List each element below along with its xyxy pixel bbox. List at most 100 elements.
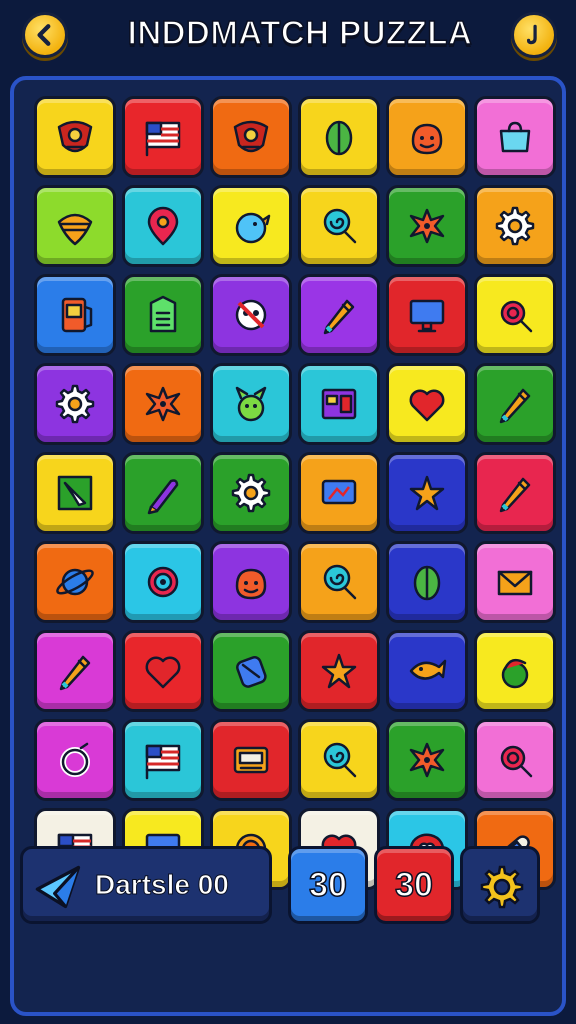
puzzle-tile[interactable]	[386, 96, 468, 178]
gear-icon	[231, 473, 271, 513]
puzzle-tile[interactable]	[386, 363, 468, 445]
magnifier-icon	[500, 300, 533, 333]
settings-button[interactable]	[460, 846, 540, 924]
puzzle-tile[interactable]	[34, 363, 116, 445]
puzzle-tile[interactable]	[34, 274, 116, 356]
splat-icon	[409, 208, 445, 244]
puzzle-tile[interactable]	[210, 274, 292, 356]
puzzle-tile[interactable]	[34, 452, 116, 534]
document-icon	[149, 295, 177, 333]
time-counter: 30	[374, 846, 454, 924]
gear-icon	[55, 384, 95, 424]
puzzle-tile[interactable]	[122, 185, 204, 267]
lollipop-icon	[323, 742, 357, 778]
puzzle-tile[interactable]	[210, 541, 292, 623]
puzzle-tile[interactable]	[474, 96, 556, 178]
puzzle-tile[interactable]	[122, 630, 204, 712]
heart-icon	[145, 656, 181, 689]
paper-plane-icon	[35, 865, 81, 909]
crest-icon	[233, 120, 269, 153]
pencil-icon	[499, 477, 531, 513]
splat-icon	[145, 386, 181, 422]
map-pin-icon	[147, 206, 179, 246]
chevron-left-icon	[37, 24, 51, 46]
tile-grid	[34, 96, 556, 890]
puzzle-tile[interactable]	[122, 96, 204, 178]
top-bar: INDDMATCH PUZZLA	[0, 0, 576, 74]
puzzle-tile[interactable]	[298, 96, 380, 178]
puzzle-tile[interactable]	[386, 541, 468, 623]
puzzle-tile[interactable]	[474, 185, 556, 267]
crayon-icon	[147, 479, 179, 515]
puzzle-tile[interactable]	[474, 719, 556, 801]
monitor-icon	[409, 299, 445, 333]
spinning-top-icon	[57, 213, 93, 246]
cursor-icon	[57, 475, 93, 511]
puzzle-tile[interactable]	[474, 452, 556, 534]
hint-button[interactable]	[511, 12, 557, 58]
puzzle-tile[interactable]	[122, 274, 204, 356]
puzzle-tile[interactable]	[34, 96, 116, 178]
puzzle-tile[interactable]	[474, 630, 556, 712]
puzzle-tile[interactable]	[298, 363, 380, 445]
puzzle-tile[interactable]	[386, 719, 468, 801]
star-icon	[321, 653, 357, 689]
gear-icon	[495, 206, 535, 246]
puzzle-tile[interactable]	[386, 452, 468, 534]
puzzle-tile[interactable]	[210, 363, 292, 445]
puzzle-tile[interactable]	[210, 452, 292, 534]
puzzle-tile[interactable]	[298, 452, 380, 534]
puzzle-tile[interactable]	[386, 630, 468, 712]
pencil-icon	[323, 299, 355, 335]
puzzle-tile[interactable]	[298, 185, 380, 267]
phone-icon	[61, 297, 93, 333]
puzzle-tile[interactable]	[122, 363, 204, 445]
window-icon	[321, 388, 357, 420]
fish-icon	[409, 659, 447, 680]
puzzle-tile[interactable]	[34, 719, 116, 801]
puzzle-tile[interactable]	[386, 274, 468, 356]
crest-icon	[57, 120, 93, 153]
puzzle-tile[interactable]	[34, 630, 116, 712]
face-icon	[235, 568, 267, 600]
puzzle-tile[interactable]	[298, 719, 380, 801]
puzzle-tile[interactable]	[298, 630, 380, 712]
face-icon	[411, 123, 443, 155]
score-panel: Dartsle 00	[20, 846, 272, 924]
flag-icon	[145, 744, 181, 780]
puzzle-tile[interactable]	[122, 452, 204, 534]
game-title: INDDMATCH PUZZLA	[127, 13, 473, 52]
lollipop-icon	[323, 564, 357, 600]
bird-icon	[235, 212, 271, 244]
pencil-icon	[59, 655, 91, 691]
canister-icon	[236, 656, 267, 688]
puzzle-tile[interactable]	[34, 185, 116, 267]
puzzle-tile[interactable]	[210, 96, 292, 178]
puzzle-tile[interactable]	[474, 274, 556, 356]
puzzle-tile[interactable]	[34, 541, 116, 623]
puzzle-tile[interactable]	[386, 185, 468, 267]
planet-icon	[56, 568, 94, 596]
leaf-icon	[413, 565, 441, 601]
puzzle-tile[interactable]	[298, 541, 380, 623]
puzzle-tile[interactable]	[474, 363, 556, 445]
puzzle-tile[interactable]	[298, 274, 380, 356]
puzzle-tile[interactable]	[122, 541, 204, 623]
radio-icon	[233, 746, 269, 774]
splat-icon	[409, 742, 445, 778]
target-icon	[147, 566, 179, 598]
back-button[interactable]	[22, 12, 68, 58]
puzzle-tile[interactable]	[210, 719, 292, 801]
moves-counter: 30	[288, 846, 368, 924]
bag-icon	[499, 121, 531, 153]
puzzle-tile[interactable]	[210, 185, 292, 267]
pencil-icon	[499, 388, 531, 424]
leaf-icon	[325, 120, 353, 156]
puzzle-tile[interactable]	[122, 719, 204, 801]
puzzle-tile[interactable]	[474, 541, 556, 623]
puzzle-tile[interactable]	[210, 630, 292, 712]
gear-icon	[480, 865, 524, 909]
heart-icon	[409, 389, 445, 422]
bottom-bar: Dartsle 00 30 30	[20, 846, 540, 924]
score-label: Dartsle 00	[95, 869, 230, 901]
